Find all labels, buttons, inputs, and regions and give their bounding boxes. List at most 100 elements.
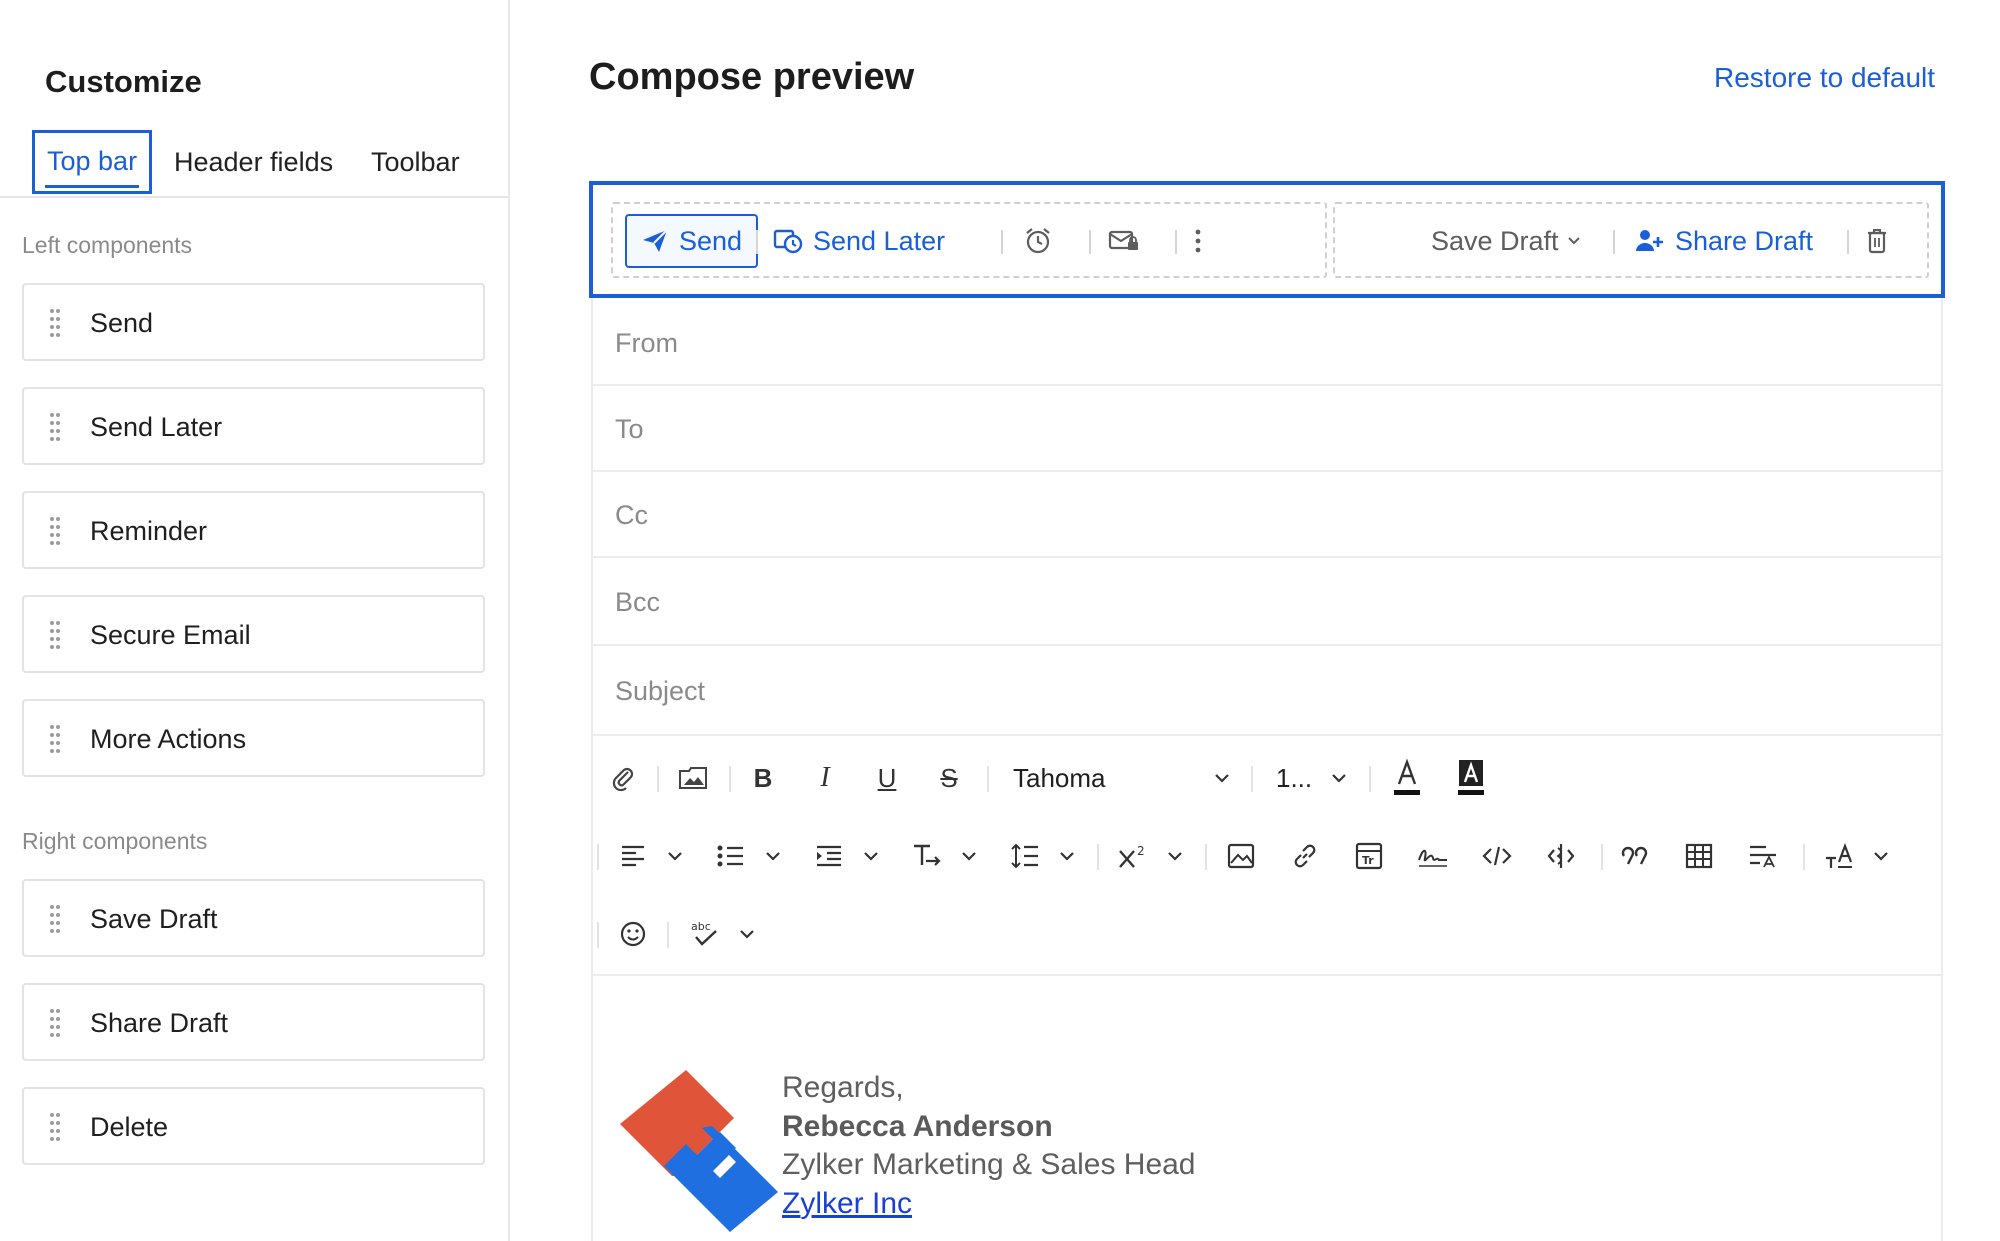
font-family-select[interactable]: Tahoma bbox=[1013, 760, 1106, 796]
component-label: Save Draft bbox=[90, 904, 218, 934]
subject-field[interactable]: Subject bbox=[591, 646, 1943, 736]
to-field[interactable]: To bbox=[591, 386, 1943, 472]
chevron-down-icon[interactable] bbox=[761, 842, 785, 870]
save-draft-label: Save Draft bbox=[1431, 225, 1559, 256]
component-reminder[interactable]: Reminder bbox=[22, 491, 485, 569]
reminder-button[interactable] bbox=[1023, 214, 1063, 268]
insert-table-text-icon[interactable]: Tr bbox=[1351, 838, 1387, 874]
drag-handle-icon[interactable] bbox=[50, 725, 60, 753]
signature-name: Rebecca Anderson bbox=[782, 1109, 1053, 1143]
chevron-down-icon[interactable] bbox=[1327, 764, 1351, 792]
customize-sidebar: Customize Top bar Header fields Toolbar … bbox=[0, 0, 510, 1241]
chevron-down-icon[interactable] bbox=[957, 842, 981, 870]
code-icon[interactable] bbox=[1479, 838, 1515, 874]
page-title: Compose preview bbox=[589, 56, 915, 98]
tab-toolbar[interactable]: Toolbar bbox=[371, 130, 460, 196]
send-icon bbox=[643, 229, 668, 252]
cc-field[interactable]: Cc bbox=[591, 472, 1943, 558]
send-button[interactable]: Send bbox=[625, 214, 759, 268]
share-draft-label: Share Draft bbox=[1675, 225, 1814, 256]
topbar-right-group: Save Draft Share Draft bbox=[1333, 202, 1929, 278]
component-save-draft[interactable]: Save Draft bbox=[22, 879, 485, 957]
send-later-button[interactable]: Send Later bbox=[773, 214, 945, 268]
component-delete[interactable]: Delete bbox=[22, 1087, 485, 1165]
share-draft-button[interactable]: Share Draft bbox=[1635, 214, 1813, 268]
chevron-down-icon[interactable] bbox=[1869, 842, 1893, 870]
chevron-down-icon[interactable] bbox=[1163, 842, 1187, 870]
component-secure-email[interactable]: Secure Email bbox=[22, 595, 485, 673]
component-more-actions[interactable]: More Actions bbox=[22, 699, 485, 777]
text-direction-icon[interactable] bbox=[909, 838, 945, 874]
strikethrough-icon[interactable]: S bbox=[931, 760, 967, 796]
secure-email-button[interactable] bbox=[1108, 214, 1150, 268]
signature-icon[interactable] bbox=[1415, 838, 1451, 874]
format-text-icon[interactable] bbox=[1745, 838, 1781, 874]
component-send[interactable]: Send bbox=[22, 283, 485, 361]
format-toolbar-row-2: 2 Tr bbox=[593, 820, 1941, 892]
more-vertical-icon bbox=[1195, 229, 1201, 253]
signature-greeting: Regards, bbox=[782, 1071, 904, 1104]
chevron-down-icon[interactable] bbox=[663, 842, 687, 870]
company-logo bbox=[616, 1066, 782, 1237]
italic-icon[interactable]: I bbox=[807, 760, 843, 796]
insert-photo-folder-icon[interactable] bbox=[675, 760, 711, 796]
drag-handle-icon[interactable] bbox=[50, 1009, 60, 1037]
superscript-icon[interactable]: 2 bbox=[1115, 838, 1151, 874]
quote-icon[interactable] bbox=[1617, 838, 1653, 874]
insert-image-icon[interactable] bbox=[1223, 838, 1259, 874]
chevron-down-icon[interactable] bbox=[735, 920, 759, 948]
drag-handle-icon[interactable] bbox=[50, 1113, 60, 1141]
signature-company-link[interactable]: Zylker Inc bbox=[782, 1187, 912, 1220]
send-later-label: Send Later bbox=[813, 225, 946, 256]
chevron-down-icon[interactable] bbox=[1210, 764, 1234, 792]
drag-handle-icon[interactable] bbox=[50, 413, 60, 441]
bcc-field[interactable]: Bcc bbox=[591, 558, 1943, 646]
svg-text:Tr: Tr bbox=[1362, 854, 1374, 867]
trash-icon bbox=[1868, 229, 1886, 254]
right-components-label: Right components bbox=[22, 828, 208, 854]
drag-handle-icon[interactable] bbox=[50, 309, 60, 337]
code-snippet-icon[interactable] bbox=[1543, 838, 1579, 874]
spellcheck-icon[interactable]: abc bbox=[687, 916, 723, 952]
signature-role: Zylker Marketing & Sales Head bbox=[782, 1148, 1196, 1181]
tab-header-fields[interactable]: Header fields bbox=[174, 130, 333, 196]
drag-handle-icon[interactable] bbox=[50, 621, 60, 649]
chevron-down-icon[interactable] bbox=[1055, 842, 1079, 870]
tab-top-bar[interactable]: Top bar bbox=[32, 130, 153, 194]
link-icon[interactable] bbox=[1287, 838, 1323, 874]
bullet-list-icon[interactable] bbox=[713, 838, 749, 874]
component-label: Send Later bbox=[90, 412, 223, 442]
share-users-icon bbox=[1636, 230, 1663, 251]
attach-icon[interactable] bbox=[605, 760, 641, 796]
font-size-select[interactable]: 1... bbox=[1276, 760, 1312, 796]
format-toolbar-row-1: B I U S Tahoma 1... bbox=[593, 742, 1941, 814]
toolbar-divider bbox=[591, 974, 1943, 976]
text-color-icon[interactable] bbox=[1389, 756, 1425, 800]
drag-handle-icon[interactable] bbox=[50, 905, 60, 933]
delete-button[interactable] bbox=[1865, 214, 1899, 268]
component-label: Delete bbox=[90, 1112, 169, 1142]
table-icon[interactable] bbox=[1681, 838, 1717, 874]
topbar-preview: Send Send Later Save Draft Share Draft bbox=[589, 181, 1945, 298]
indent-icon[interactable] bbox=[811, 838, 847, 874]
align-icon[interactable] bbox=[615, 838, 651, 874]
component-label: Reminder bbox=[90, 516, 208, 546]
line-spacing-icon[interactable] bbox=[1007, 838, 1043, 874]
component-share-draft[interactable]: Share Draft bbox=[22, 983, 485, 1061]
save-draft-button[interactable]: Save Draft bbox=[1431, 214, 1581, 268]
underline-icon[interactable]: U bbox=[869, 760, 905, 796]
svg-text:abc: abc bbox=[691, 920, 711, 933]
component-send-later[interactable]: Send Later bbox=[22, 387, 485, 465]
format-toolbar-row-3: abc bbox=[593, 898, 1941, 970]
restore-default-link[interactable]: Restore to default bbox=[1714, 62, 1935, 94]
background-color-icon[interactable] bbox=[1453, 756, 1489, 800]
emoji-icon[interactable] bbox=[615, 916, 651, 952]
chevron-down-icon[interactable] bbox=[859, 842, 883, 870]
svg-text:2: 2 bbox=[1137, 844, 1145, 858]
clear-format-icon[interactable] bbox=[1821, 838, 1857, 874]
from-field[interactable]: From bbox=[591, 300, 1943, 386]
bold-icon[interactable]: B bbox=[745, 760, 781, 796]
more-actions-button[interactable] bbox=[1193, 214, 1213, 268]
drag-handle-icon[interactable] bbox=[50, 517, 60, 545]
sidebar-title: Customize bbox=[45, 64, 202, 99]
